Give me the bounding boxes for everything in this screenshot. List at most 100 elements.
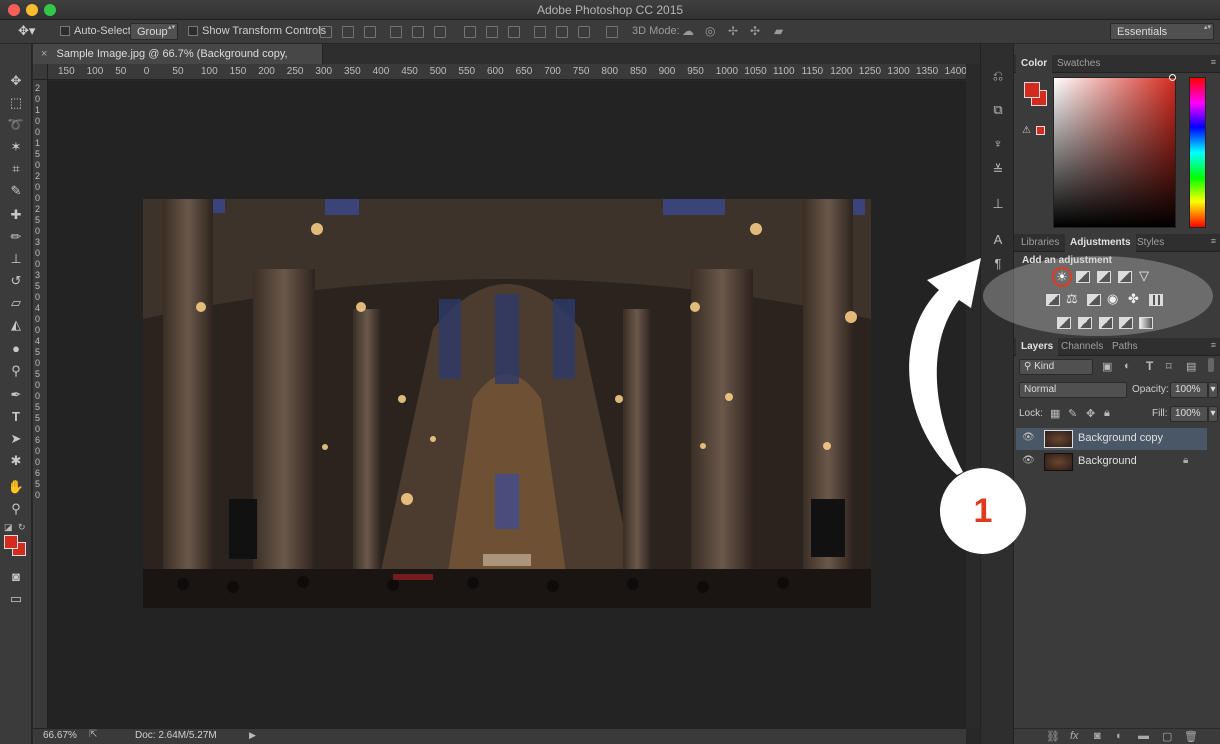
document-image[interactable] <box>143 199 871 608</box>
brightness-contrast-icon[interactable]: ☀ <box>1052 267 1072 287</box>
custom-shape-tool-icon[interactable]: ✱ <box>6 452 26 470</box>
color-balance-icon[interactable]: ⚖ <box>1066 291 1078 307</box>
panel-menu-icon[interactable]: ≡ <box>1211 236 1216 246</box>
close-tab-icon[interactable]: × <box>41 48 47 60</box>
tab-channels[interactable]: Channels <box>1056 338 1108 356</box>
vibrance-icon[interactable]: ▽ <box>1139 268 1149 284</box>
dodge-tool-icon[interactable]: ⚲ <box>6 362 26 380</box>
close-window-button[interactable] <box>8 4 20 16</box>
lock-all-icon[interactable]: 🔒︎ <box>1104 407 1110 420</box>
align-horizontal-center-icon[interactable] <box>412 26 424 38</box>
ruler-origin[interactable] <box>33 64 48 80</box>
link-layers-icon[interactable]: ⛓ <box>1046 730 1060 743</box>
visibility-eye-icon[interactable]: 👁︎ <box>1022 432 1035 444</box>
paragraph-panel-icon[interactable]: ¶ <box>990 256 1006 272</box>
photo-filter-icon[interactable]: ◉ <box>1107 291 1118 307</box>
opacity-dropdown-arrow[interactable]: ▾ <box>1208 382 1218 398</box>
invert-icon[interactable] <box>1057 317 1071 329</box>
tab-swatches[interactable]: Swatches <box>1052 55 1105 73</box>
tab-color[interactable]: Color <box>1016 55 1053 73</box>
export-icon[interactable]: ⇱ <box>89 729 97 740</box>
hue-saturation-icon[interactable] <box>1046 294 1060 306</box>
actions-panel-icon[interactable]: ⧉ <box>990 102 1006 118</box>
paint-bucket-tool-icon[interactable]: ◭ <box>6 316 26 334</box>
selective-color-icon[interactable] <box>1119 317 1133 329</box>
layer-row-background-copy[interactable]: 👁︎ Background copy <box>1016 428 1207 450</box>
add-mask-icon[interactable]: ◙ <box>1094 730 1101 742</box>
layer-row-background[interactable]: 👁︎ Background 🔒︎ <box>1016 451 1207 473</box>
auto-align-layers-icon[interactable] <box>606 26 618 38</box>
path-selection-tool-icon[interactable]: ➤ <box>6 430 26 448</box>
3d-roll-icon[interactable]: ◎ <box>705 24 715 38</box>
hue-slider[interactable] <box>1189 77 1206 228</box>
history-panel-icon[interactable]: ⎌ <box>990 68 1006 84</box>
distribute-left-icon[interactable] <box>534 26 546 38</box>
filter-toggle[interactable] <box>1208 358 1214 372</box>
fill-dropdown-arrow[interactable]: ▾ <box>1208 406 1218 422</box>
auto-select-dropdown[interactable]: Group <box>130 23 178 40</box>
tab-layers[interactable]: Layers <box>1016 338 1059 356</box>
history-brush-tool-icon[interactable]: ↺ <box>6 272 26 290</box>
screen-mode-icon[interactable]: ▭ <box>6 590 26 608</box>
distribute-top-icon[interactable] <box>464 26 476 38</box>
transform-controls-checkbox[interactable] <box>188 26 198 36</box>
3d-slide-icon[interactable]: ✣ <box>750 24 760 38</box>
zoom-tool-icon[interactable]: ⚲ <box>6 500 26 518</box>
zoom-window-button[interactable] <box>44 4 56 16</box>
3d-scale-icon[interactable]: ▰ <box>774 24 783 38</box>
curves-icon[interactable] <box>1097 271 1111 283</box>
clone-stamp-tool-icon[interactable]: ⊥ <box>6 250 26 268</box>
color-lookup-icon[interactable] <box>1149 294 1163 306</box>
layer-style-icon[interactable]: fx <box>1070 730 1079 742</box>
black-white-icon[interactable] <box>1087 294 1101 306</box>
gamut-warning-icon[interactable]: ⚠ <box>1022 125 1031 136</box>
eyedropper-tool-icon[interactable]: ✎ <box>6 182 26 200</box>
filter-shape-icon[interactable]: ⌑ <box>1166 360 1172 373</box>
marquee-tool-icon[interactable]: ⬚ <box>6 94 26 112</box>
tab-styles[interactable]: Styles <box>1132 234 1169 252</box>
zoom-level[interactable]: 66.67% <box>43 730 77 741</box>
hand-tool-icon[interactable]: ✋ <box>6 478 26 496</box>
filter-type-icon[interactable]: T <box>1146 359 1153 373</box>
distribute-horizontal-center-icon[interactable] <box>556 26 568 38</box>
channel-mixer-icon[interactable]: ✤ <box>1128 291 1139 307</box>
auto-select-checkbox[interactable] <box>60 26 70 36</box>
blur-tool-icon[interactable]: ● <box>6 340 26 358</box>
distribute-right-icon[interactable] <box>578 26 590 38</box>
layer-lock-icon[interactable]: 🔒︎ <box>1183 455 1188 466</box>
align-bottom-icon[interactable] <box>364 26 376 38</box>
layer-filter-kind[interactable]: ⚲ Kind <box>1019 359 1093 375</box>
delete-layer-icon[interactable]: 🗑︎ <box>1184 730 1198 743</box>
threshold-icon[interactable] <box>1099 317 1113 329</box>
workspace-switcher[interactable]: Essentials <box>1110 23 1214 40</box>
align-top-icon[interactable] <box>320 26 332 38</box>
brush-panel-icon[interactable]: ≚ <box>990 162 1006 178</box>
panel-menu-icon[interactable]: ≡ <box>1211 57 1216 67</box>
align-vertical-center-icon[interactable] <box>342 26 354 38</box>
filter-adjustment-icon[interactable]: ◐ <box>1124 360 1131 372</box>
brush-presets-icon[interactable]: ♆ <box>990 136 1006 152</box>
visibility-eye-icon[interactable]: 👁︎ <box>1022 455 1035 467</box>
lock-image-icon[interactable]: ✎ <box>1068 407 1077 420</box>
eraser-tool-icon[interactable]: ▱ <box>6 294 26 312</box>
tab-adjustments[interactable]: Adjustments <box>1065 234 1136 252</box>
gradient-map-icon[interactable] <box>1139 317 1153 329</box>
color-picker-handle[interactable] <box>1169 74 1176 81</box>
move-tool-icon[interactable]: ✥ <box>6 72 26 90</box>
vertical-ruler[interactable]: 20100150200250300350400450500550600650 <box>33 80 48 728</box>
distribute-vertical-center-icon[interactable] <box>486 26 498 38</box>
new-adjustment-layer-icon[interactable]: ◐ <box>1116 730 1123 742</box>
levels-icon[interactable] <box>1076 271 1090 283</box>
color-spectrum[interactable] <box>1053 77 1176 228</box>
character-panel-icon[interactable]: A <box>990 232 1006 248</box>
filter-smart-object-icon[interactable]: ▤ <box>1186 360 1196 373</box>
foreground-color-swatch[interactable] <box>4 535 18 549</box>
pen-tool-icon[interactable]: ✒ <box>6 386 26 404</box>
layer-name[interactable]: Background copy <box>1078 432 1163 444</box>
tab-libraries[interactable]: Libraries <box>1016 234 1064 252</box>
tab-paths[interactable]: Paths <box>1107 338 1143 356</box>
posterize-icon[interactable] <box>1078 317 1092 329</box>
status-menu-arrow-icon[interactable]: ▶ <box>249 730 256 741</box>
brush-tool-icon[interactable]: ✏ <box>6 228 26 246</box>
type-tool-icon[interactable]: T <box>6 408 26 426</box>
